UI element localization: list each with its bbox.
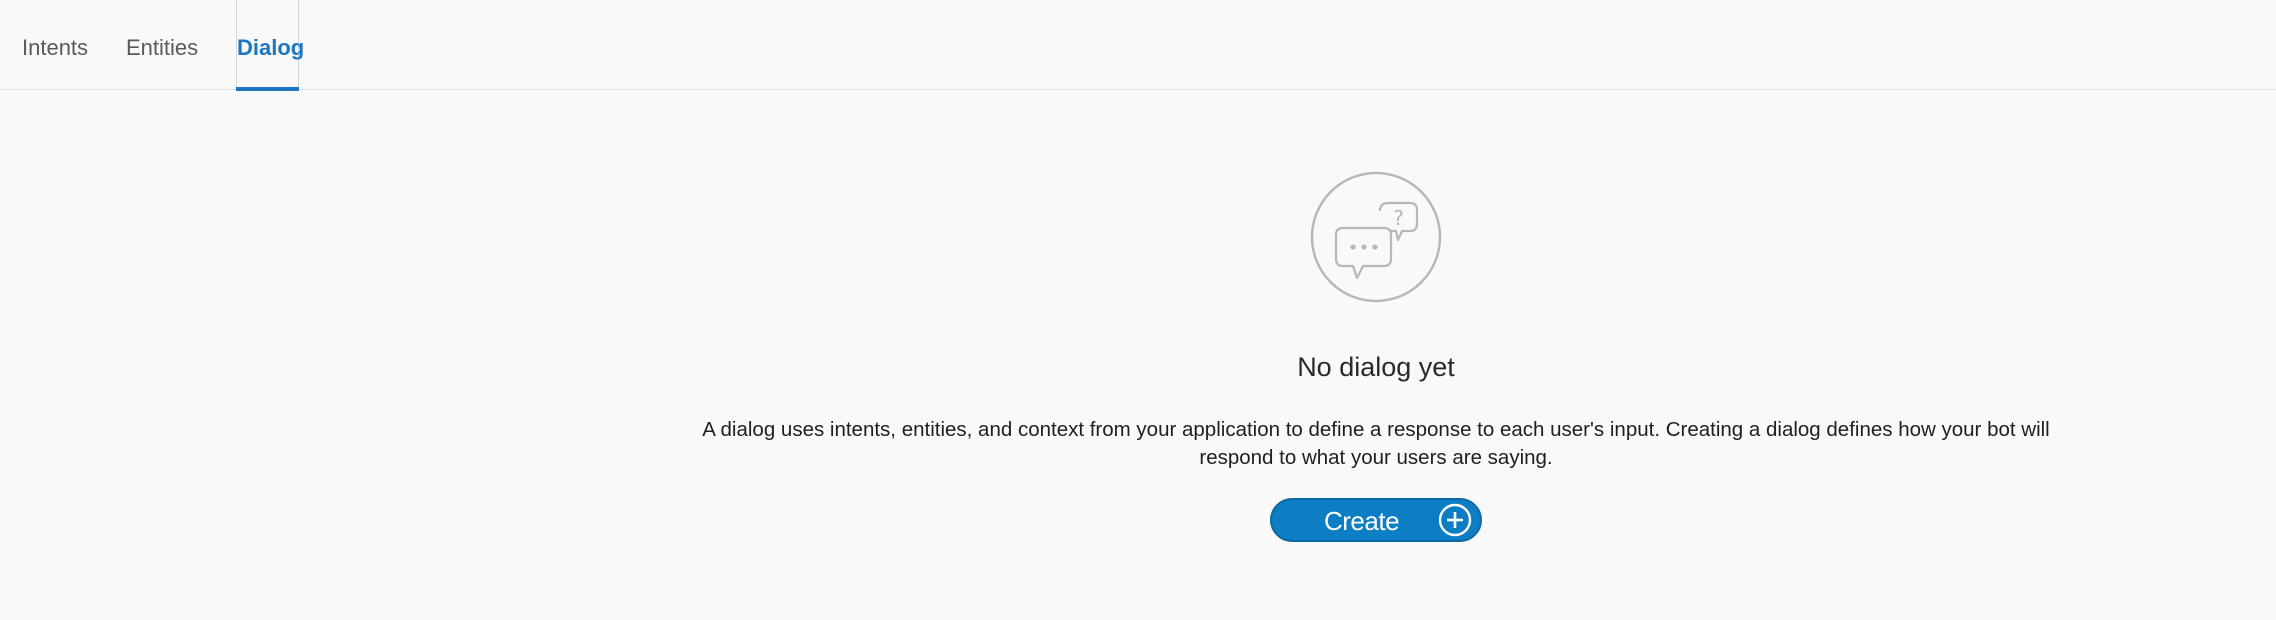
create-dialog-button[interactable]: Create [1270,498,1482,542]
svg-text:?: ? [1393,206,1404,230]
tab-intents[interactable]: Intents [22,0,88,90]
empty-state-title: No dialog yet [1297,352,1455,382]
empty-state-description: A dialog uses intents, entities, and con… [702,418,2050,469]
chat-bubbles-icon: ? [1310,171,1442,303]
plus-circle-icon [1438,503,1472,537]
tab-dialog[interactable]: Dialog [236,0,304,91]
create-button-label: Create [1324,506,1400,536]
tab-entities[interactable]: Entities [126,0,198,90]
tab-bar: Intents Entities Dialog [0,0,2276,91]
